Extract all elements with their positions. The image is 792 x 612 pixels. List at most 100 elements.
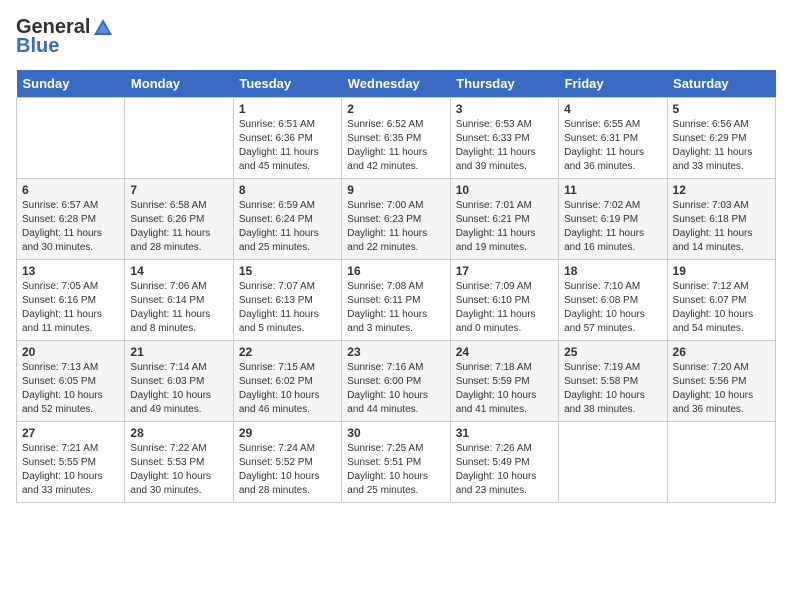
day-info: Sunrise: 7:01 AM Sunset: 6:21 PM Dayligh… [456, 199, 553, 255]
day-info: Sunrise: 7:26 AM Sunset: 5:49 PM Dayligh… [456, 442, 553, 498]
day-info: Sunrise: 7:19 AM Sunset: 5:58 PM Dayligh… [564, 361, 661, 417]
day-number: 18 [564, 264, 661, 278]
day-info: Sunrise: 7:00 AM Sunset: 6:23 PM Dayligh… [347, 199, 444, 255]
page-header: General Blue [16, 16, 776, 58]
calendar-cell: 15 Sunrise: 7:07 AM Sunset: 6:13 PM Dayli… [233, 260, 341, 341]
calendar-cell: 14Sunrise: 7:06 AM Sunset: 6:14 PM Dayli… [125, 260, 233, 341]
day-header-saturday: Saturday [667, 70, 775, 98]
calendar-week-row: 27 Sunrise: 7:21 AM Sunset: 5:55 PM Dayli… [17, 422, 776, 503]
logo-blue-text: Blue [16, 35, 59, 58]
calendar-cell: 10 Sunrise: 7:01 AM Sunset: 6:21 PM Dayli… [450, 179, 558, 260]
day-number: 5 [673, 102, 770, 116]
calendar-cell: 27 Sunrise: 7:21 AM Sunset: 5:55 PM Dayli… [17, 422, 125, 503]
calendar-cell: 9 Sunrise: 7:00 AM Sunset: 6:23 PM Daylig… [342, 179, 450, 260]
day-header-tuesday: Tuesday [233, 70, 341, 98]
day-info: Sunrise: 7:14 AM Sunset: 6:03 PM Dayligh… [130, 361, 227, 417]
day-info: Sunrise: 7:07 AM Sunset: 6:13 PM Dayligh… [239, 280, 336, 336]
day-info: Sunrise: 7:15 AM Sunset: 6:02 PM Dayligh… [239, 361, 336, 417]
day-number: 2 [347, 102, 444, 116]
calendar-cell: 17 Sunrise: 7:09 AM Sunset: 6:10 PM Dayli… [450, 260, 558, 341]
logo-icon [92, 17, 114, 39]
calendar-cell: 28Sunrise: 7:22 AM Sunset: 5:53 PM Dayli… [125, 422, 233, 503]
calendar-cell: 25Sunrise: 7:19 AM Sunset: 5:58 PM Dayli… [559, 341, 667, 422]
day-header-monday: Monday [125, 70, 233, 98]
calendar-cell [559, 422, 667, 503]
day-info: Sunrise: 7:20 AM Sunset: 5:56 PM Dayligh… [673, 361, 770, 417]
calendar-week-row: 1 Sunrise: 6:51 AM Sunset: 6:36 PM Daylig… [17, 98, 776, 179]
day-header-wednesday: Wednesday [342, 70, 450, 98]
calendar-cell: 1 Sunrise: 6:51 AM Sunset: 6:36 PM Daylig… [233, 98, 341, 179]
calendar-cell: 11 Sunrise: 7:02 AM Sunset: 6:19 PM Dayli… [559, 179, 667, 260]
day-number: 13 [22, 264, 119, 278]
day-number: 23 [347, 345, 444, 359]
calendar-cell [667, 422, 775, 503]
calendar-cell: 31 Sunrise: 7:26 AM Sunset: 5:49 PM Dayli… [450, 422, 558, 503]
day-number: 14 [130, 264, 227, 278]
calendar-week-row: 13 Sunrise: 7:05 AM Sunset: 6:16 PM Dayli… [17, 260, 776, 341]
calendar-cell: 19 Sunrise: 7:12 AM Sunset: 6:07 PM Dayli… [667, 260, 775, 341]
day-header-thursday: Thursday [450, 70, 558, 98]
calendar-cell: 26Sunrise: 7:20 AM Sunset: 5:56 PM Dayli… [667, 341, 775, 422]
calendar-cell [17, 98, 125, 179]
day-info: Sunrise: 7:09 AM Sunset: 6:10 PM Dayligh… [456, 280, 553, 336]
day-info: Sunrise: 6:52 AM Sunset: 6:35 PM Dayligh… [347, 118, 444, 174]
calendar-cell: 5 Sunrise: 6:56 AM Sunset: 6:29 PM Daylig… [667, 98, 775, 179]
day-number: 31 [456, 426, 553, 440]
calendar-cell: 6 Sunrise: 6:57 AM Sunset: 6:28 PM Daylig… [17, 179, 125, 260]
day-info: Sunrise: 6:59 AM Sunset: 6:24 PM Dayligh… [239, 199, 336, 255]
day-number: 8 [239, 183, 336, 197]
calendar-cell: 4Sunrise: 6:55 AM Sunset: 6:31 PM Daylig… [559, 98, 667, 179]
day-number: 27 [22, 426, 119, 440]
calendar-cell: 29 Sunrise: 7:24 AM Sunset: 5:52 PM Dayli… [233, 422, 341, 503]
day-info: Sunrise: 7:24 AM Sunset: 5:52 PM Dayligh… [239, 442, 336, 498]
day-number: 22 [239, 345, 336, 359]
day-number: 15 [239, 264, 336, 278]
day-info: Sunrise: 7:10 AM Sunset: 6:08 PM Dayligh… [564, 280, 661, 336]
day-number: 30 [347, 426, 444, 440]
calendar-cell: 3Sunrise: 6:53 AM Sunset: 6:33 PM Daylig… [450, 98, 558, 179]
day-number: 21 [130, 345, 227, 359]
calendar-cell: 24 Sunrise: 7:18 AM Sunset: 5:59 PM Dayli… [450, 341, 558, 422]
day-number: 1 [239, 102, 336, 116]
day-info: Sunrise: 6:51 AM Sunset: 6:36 PM Dayligh… [239, 118, 336, 174]
calendar-cell: 21 Sunrise: 7:14 AM Sunset: 6:03 PM Dayli… [125, 341, 233, 422]
day-number: 4 [564, 102, 661, 116]
day-number: 9 [347, 183, 444, 197]
day-number: 6 [22, 183, 119, 197]
calendar-cell: 2 Sunrise: 6:52 AM Sunset: 6:35 PM Daylig… [342, 98, 450, 179]
calendar-cell: 22 Sunrise: 7:15 AM Sunset: 6:02 PM Dayli… [233, 341, 341, 422]
day-number: 11 [564, 183, 661, 197]
day-info: Sunrise: 7:18 AM Sunset: 5:59 PM Dayligh… [456, 361, 553, 417]
day-number: 19 [673, 264, 770, 278]
day-info: Sunrise: 6:53 AM Sunset: 6:33 PM Dayligh… [456, 118, 553, 174]
day-info: Sunrise: 7:12 AM Sunset: 6:07 PM Dayligh… [673, 280, 770, 336]
day-info: Sunrise: 7:13 AM Sunset: 6:05 PM Dayligh… [22, 361, 119, 417]
day-info: Sunrise: 7:05 AM Sunset: 6:16 PM Dayligh… [22, 280, 119, 336]
day-info: Sunrise: 7:16 AM Sunset: 6:00 PM Dayligh… [347, 361, 444, 417]
calendar-cell: 23 Sunrise: 7:16 AM Sunset: 6:00 PM Dayli… [342, 341, 450, 422]
calendar-cell [125, 98, 233, 179]
day-header-friday: Friday [559, 70, 667, 98]
calendar-header-row: SundayMondayTuesdayWednesdayThursdayFrid… [17, 70, 776, 98]
day-number: 10 [456, 183, 553, 197]
day-number: 7 [130, 183, 227, 197]
day-info: Sunrise: 6:57 AM Sunset: 6:28 PM Dayligh… [22, 199, 119, 255]
calendar-week-row: 6 Sunrise: 6:57 AM Sunset: 6:28 PM Daylig… [17, 179, 776, 260]
calendar-cell: 12 Sunrise: 7:03 AM Sunset: 6:18 PM Dayli… [667, 179, 775, 260]
day-info: Sunrise: 7:03 AM Sunset: 6:18 PM Dayligh… [673, 199, 770, 255]
calendar-cell: 7Sunrise: 6:58 AM Sunset: 6:26 PM Daylig… [125, 179, 233, 260]
day-info: Sunrise: 7:25 AM Sunset: 5:51 PM Dayligh… [347, 442, 444, 498]
day-number: 20 [22, 345, 119, 359]
calendar-cell: 18 Sunrise: 7:10 AM Sunset: 6:08 PM Dayli… [559, 260, 667, 341]
calendar-cell: 16Sunrise: 7:08 AM Sunset: 6:11 PM Dayli… [342, 260, 450, 341]
day-header-sunday: Sunday [17, 70, 125, 98]
day-info: Sunrise: 6:56 AM Sunset: 6:29 PM Dayligh… [673, 118, 770, 174]
day-number: 17 [456, 264, 553, 278]
calendar-table: SundayMondayTuesdayWednesdayThursdayFrid… [16, 70, 776, 503]
day-number: 12 [673, 183, 770, 197]
day-info: Sunrise: 7:22 AM Sunset: 5:53 PM Dayligh… [130, 442, 227, 498]
day-info: Sunrise: 7:21 AM Sunset: 5:55 PM Dayligh… [22, 442, 119, 498]
day-number: 29 [239, 426, 336, 440]
day-number: 24 [456, 345, 553, 359]
day-info: Sunrise: 7:02 AM Sunset: 6:19 PM Dayligh… [564, 199, 661, 255]
